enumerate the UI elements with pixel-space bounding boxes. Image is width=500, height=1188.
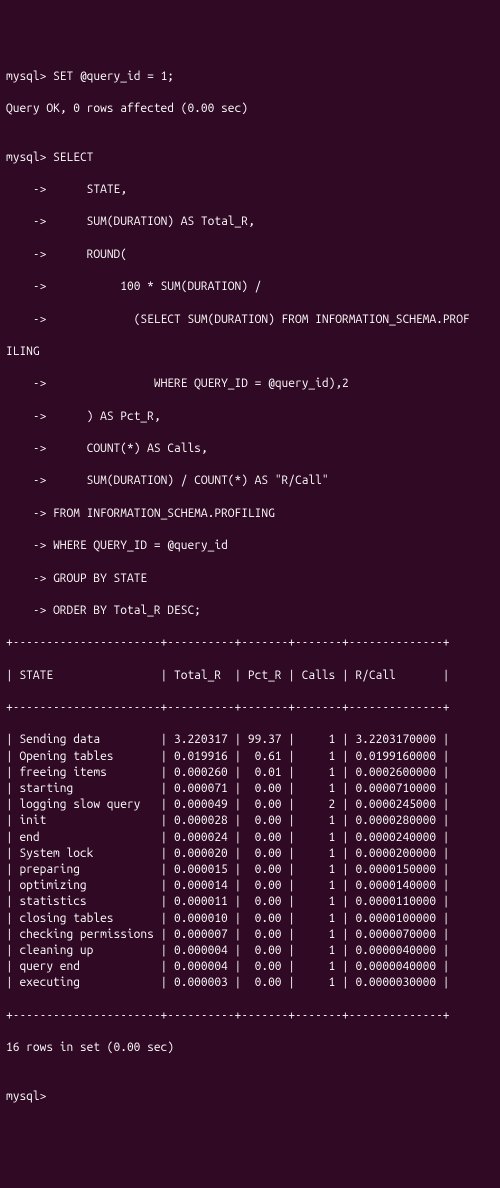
table-row: | statistics | 0.000011 | 0.00 | 1 | 0.0… xyxy=(6,894,494,910)
table-row: | cleaning up | 0.000004 | 0.00 | 1 | 0.… xyxy=(6,943,494,959)
table-border: +----------------------+----------+-----… xyxy=(6,700,494,716)
table-row: | optimizing | 0.000014 | 0.00 | 1 | 0.0… xyxy=(6,878,494,894)
cont-line[interactable]: -> ) AS Pct_R, xyxy=(6,409,494,425)
table-border: +----------------------+----------+-----… xyxy=(6,635,494,651)
cont-line[interactable]: -> SUM(DURATION) / COUNT(*) AS "R/Call" xyxy=(6,473,494,489)
result-footer: 16 rows in set (0.00 sec) xyxy=(6,1040,494,1056)
cont-line[interactable]: -> STATE, xyxy=(6,182,494,198)
table-row: | init | 0.000028 | 0.00 | 1 | 0.0000280… xyxy=(6,813,494,829)
cont-line[interactable]: -> 100 * SUM(DURATION) / xyxy=(6,279,494,295)
cont-line[interactable]: -> WHERE QUERY_ID = @query_id xyxy=(6,538,494,554)
result-line: Query OK, 0 rows affected (0.00 sec) xyxy=(6,101,494,117)
cont-line[interactable]: -> GROUP BY STATE xyxy=(6,571,494,587)
table-row: | Opening tables | 0.019916 | 0.61 | 1 |… xyxy=(6,749,494,765)
wrap-line: ILING xyxy=(6,344,494,360)
cont-line[interactable]: -> SUM(DURATION) AS Total_R, xyxy=(6,214,494,230)
cont-line[interactable]: -> WHERE QUERY_ID = @query_id),2 xyxy=(6,376,494,392)
table-row: | logging slow query | 0.000049 | 0.00 |… xyxy=(6,797,494,813)
table-border: +----------------------+----------+-----… xyxy=(6,1008,494,1024)
prompt-line[interactable]: mysql> SET @query_id = 1; xyxy=(6,69,494,85)
table-row: | preparing | 0.000015 | 0.00 | 1 | 0.00… xyxy=(6,862,494,878)
table-row: | executing | 0.000003 | 0.00 | 1 | 0.00… xyxy=(6,975,494,991)
prompt-line[interactable]: mysql> SELECT xyxy=(6,150,494,166)
cont-line[interactable]: -> ROUND( xyxy=(6,247,494,263)
cont-line[interactable]: -> COUNT(*) AS Calls, xyxy=(6,441,494,457)
table-header: | STATE | Total_R | Pct_R | Calls | R/Ca… xyxy=(6,668,494,684)
table-row: | System lock | 0.000020 | 0.00 | 1 | 0.… xyxy=(6,846,494,862)
table-row: | closing tables | 0.000010 | 0.00 | 1 |… xyxy=(6,911,494,927)
table-row: | end | 0.000024 | 0.00 | 1 | 0.00002400… xyxy=(6,830,494,846)
cont-line[interactable]: -> (SELECT SUM(DURATION) FROM INFORMATIO… xyxy=(6,312,494,328)
table-row: | starting | 0.000071 | 0.00 | 1 | 0.000… xyxy=(6,781,494,797)
prompt-line[interactable]: mysql> xyxy=(6,1089,494,1105)
table-row: | Sending data | 3.220317 | 99.37 | 1 | … xyxy=(6,732,494,748)
table-row: | freeing items | 0.000260 | 0.01 | 1 | … xyxy=(6,765,494,781)
cont-line[interactable]: -> FROM INFORMATION_SCHEMA.PROFILING xyxy=(6,506,494,522)
cont-line[interactable]: -> ORDER BY Total_R DESC; xyxy=(6,603,494,619)
table-row: | query end | 0.000004 | 0.00 | 1 | 0.00… xyxy=(6,959,494,975)
table-row: | checking permissions | 0.000007 | 0.00… xyxy=(6,927,494,943)
